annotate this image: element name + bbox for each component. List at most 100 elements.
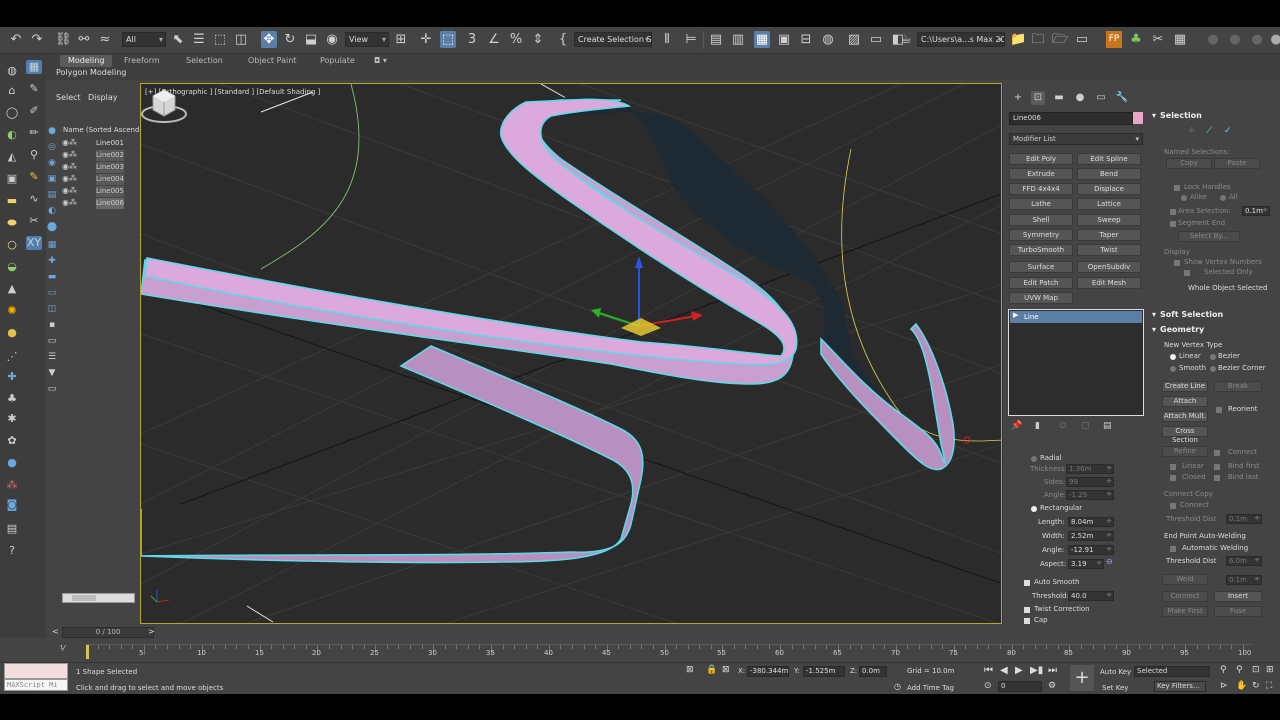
torus-icon[interactable]: ▣ xyxy=(4,172,20,186)
selection-filter-dropdown[interactable]: All xyxy=(122,32,166,47)
time-slider[interactable]: 0 / 100 xyxy=(62,627,154,638)
rendered-frame-window-icon[interactable]: ▭ xyxy=(868,31,884,48)
perspective-viewport[interactable]: [+] [Orthographic ] [Standard ] [Default… xyxy=(140,83,1002,624)
attach-mult-button[interactable]: Attach Mult. xyxy=(1162,411,1208,422)
display-invert-icon[interactable]: ☰ xyxy=(44,350,60,364)
render-icon[interactable]: ◙ xyxy=(4,498,20,512)
modifier-symmetry-button[interactable]: Symmetry xyxy=(1009,229,1073,241)
project-folder-icon[interactable]: 📁 xyxy=(1010,31,1026,48)
folder-icon[interactable]: ▭ xyxy=(1074,31,1090,48)
bind-first-checkbox[interactable] xyxy=(1214,464,1220,470)
tube-icon[interactable]: ◒ xyxy=(4,260,20,274)
stack-item-line[interactable]: Line xyxy=(1010,311,1142,323)
sides-spinner[interactable]: 99 xyxy=(1066,477,1114,487)
modifier-edit-mesh-button[interactable]: Edit Mesh xyxy=(1077,277,1141,289)
modifier-list-dropdown[interactable]: Modifier List xyxy=(1009,133,1143,145)
aspect-spinner[interactable]: 3.19 xyxy=(1068,559,1104,569)
display-containers-icon[interactable]: ▬ xyxy=(44,270,60,284)
spline-icon[interactable]: ∿ xyxy=(26,192,42,206)
modifier-turbosmooth-button[interactable]: TurboSmooth xyxy=(1009,244,1073,256)
select-icon[interactable]: ▦ xyxy=(26,60,42,74)
ribbon-tab-freeform[interactable]: Freeform xyxy=(116,55,168,67)
edit-icon[interactable]: ✎ xyxy=(26,82,42,96)
ribbon-tab-object-paint[interactable]: Object Paint xyxy=(240,55,304,67)
create-icon[interactable]: ◍ xyxy=(4,64,20,78)
window-crossing-icon[interactable]: ◫ xyxy=(233,31,249,48)
segment-mode-icon[interactable]: ⟋ xyxy=(1206,126,1212,136)
modifier-twist-button[interactable]: Twist xyxy=(1077,244,1141,256)
maxscript-listener[interactable] xyxy=(4,663,68,679)
project-folder-dropdown[interactable]: C:\Users\a...s Max 2021 xyxy=(917,32,1005,47)
display-none-icon[interactable]: ▭ xyxy=(44,334,60,348)
create-tab-icon[interactable]: + xyxy=(1011,91,1025,105)
light-icon[interactable]: ✺ xyxy=(4,304,20,318)
utilities-icon[interactable]: ▤ xyxy=(4,522,20,536)
play-icon[interactable]: ▶ xyxy=(1015,665,1023,676)
scene-tab-display[interactable]: Display xyxy=(88,93,118,102)
z-coordinate-field[interactable]: 0.0m xyxy=(859,666,887,677)
save-file-icon[interactable]: 🗁 xyxy=(1052,31,1068,48)
filter-icon[interactable]: ▼ xyxy=(44,366,60,380)
visibility-icon[interactable]: ◉⁂ xyxy=(62,198,77,207)
modifier-lathe-button[interactable]: Lathe xyxy=(1009,198,1073,210)
ribbon-tab-modeling[interactable]: Modeling xyxy=(60,55,113,67)
closed-checkbox[interactable] xyxy=(1170,475,1176,481)
angle-snap-icon[interactable]: ∠ xyxy=(486,31,502,48)
selection-rollout-header[interactable]: Selection xyxy=(1150,110,1278,122)
capsule-icon[interactable]: ⬬ xyxy=(4,216,20,230)
go-to-start-icon[interactable]: ⏮ xyxy=(984,665,993,676)
object-color-swatch[interactable] xyxy=(1133,112,1143,124)
select-by-name-icon[interactable]: ☰ xyxy=(191,31,207,48)
current-frame-marker[interactable] xyxy=(86,645,89,659)
radial-radio[interactable] xyxy=(1031,456,1037,462)
display-lights-icon[interactable]: ◉ xyxy=(44,156,60,170)
plugin-fp-icon[interactable]: FP xyxy=(1106,31,1122,48)
lock-handles-checkbox[interactable] xyxy=(1174,185,1180,191)
break-button[interactable]: Break xyxy=(1214,381,1262,392)
expand-arrow-icon[interactable]: ▶ xyxy=(1013,311,1018,319)
key-filters-button[interactable]: Key Filters... xyxy=(1154,681,1206,692)
twist-correction-checkbox[interactable] xyxy=(1024,607,1030,613)
plant-icon[interactable]: ✿ xyxy=(4,434,20,448)
bind-spacewarp-icon[interactable]: ≈ xyxy=(97,31,113,48)
bind-last-checkbox[interactable] xyxy=(1214,475,1220,481)
connect-checkbox[interactable] xyxy=(1214,450,1220,456)
modifier-sweep-button[interactable]: Sweep xyxy=(1077,214,1141,226)
unlink-icon[interactable]: ⚯ xyxy=(76,31,92,48)
smooth-radio[interactable] xyxy=(1170,366,1176,372)
time-slider-right-icon[interactable]: > xyxy=(148,627,155,636)
selected-set-dropdown[interactable]: Selected xyxy=(1134,666,1210,677)
display-geometry-icon[interactable]: ● xyxy=(44,124,60,138)
time-tag-icon[interactable]: ◷ xyxy=(894,682,901,691)
open-file-icon[interactable]: 🗀 xyxy=(1030,31,1046,48)
ribbon-tab-populate[interactable]: Populate xyxy=(312,55,363,67)
redo-icon[interactable]: ↷ xyxy=(29,31,45,48)
show-vertex-numbers-checkbox[interactable] xyxy=(1174,260,1180,266)
layer-explorer-icon[interactable]: ▥ xyxy=(730,31,746,48)
area-selection-spinner[interactable]: 0.1m xyxy=(1242,206,1270,216)
make-unique-icon[interactable]: ⊙ xyxy=(1059,421,1067,431)
select-move-icon[interactable]: ✥ xyxy=(261,31,277,48)
field-of-view-icon[interactable]: ⊳ xyxy=(1220,681,1228,691)
xyz-icon[interactable]: XY xyxy=(26,236,42,250)
modifier-uvw-map-button[interactable]: UVW Map xyxy=(1009,292,1073,304)
pin-stack-icon[interactable]: 📌 xyxy=(1011,421,1022,431)
zoom-icon[interactable]: ⚲ xyxy=(1220,665,1227,675)
angle2-spinner[interactable]: -12.91 xyxy=(1068,545,1114,555)
object-name-field[interactable]: Line006 xyxy=(1009,112,1133,125)
weld-button[interactable]: Weld xyxy=(1162,574,1208,585)
attach-button[interactable]: Attach xyxy=(1162,396,1208,407)
curve-editor-icon[interactable]: ▣ xyxy=(776,31,792,48)
scene-item-line002[interactable]: Line002 xyxy=(96,150,124,161)
globe-icon[interactable]: ● xyxy=(4,456,20,470)
more-icon[interactable]: ● xyxy=(1268,31,1280,48)
plugin-grid-icon[interactable]: ▦ xyxy=(1172,31,1188,48)
scene-item-line001[interactable]: Line001 xyxy=(96,138,124,149)
display-all-icon[interactable]: ▪ xyxy=(44,318,60,332)
named-selection-dropdown[interactable]: Create Selection Se xyxy=(574,32,652,47)
x-coordinate-field[interactable]: -380.344m xyxy=(747,666,789,677)
plugin-tools-icon[interactable]: ✂ xyxy=(1150,31,1166,48)
scene-explorer-icon[interactable]: ▤ xyxy=(708,31,724,48)
connect-copy-checkbox[interactable] xyxy=(1170,503,1176,509)
particles-icon[interactable]: ⋰ xyxy=(4,350,20,364)
